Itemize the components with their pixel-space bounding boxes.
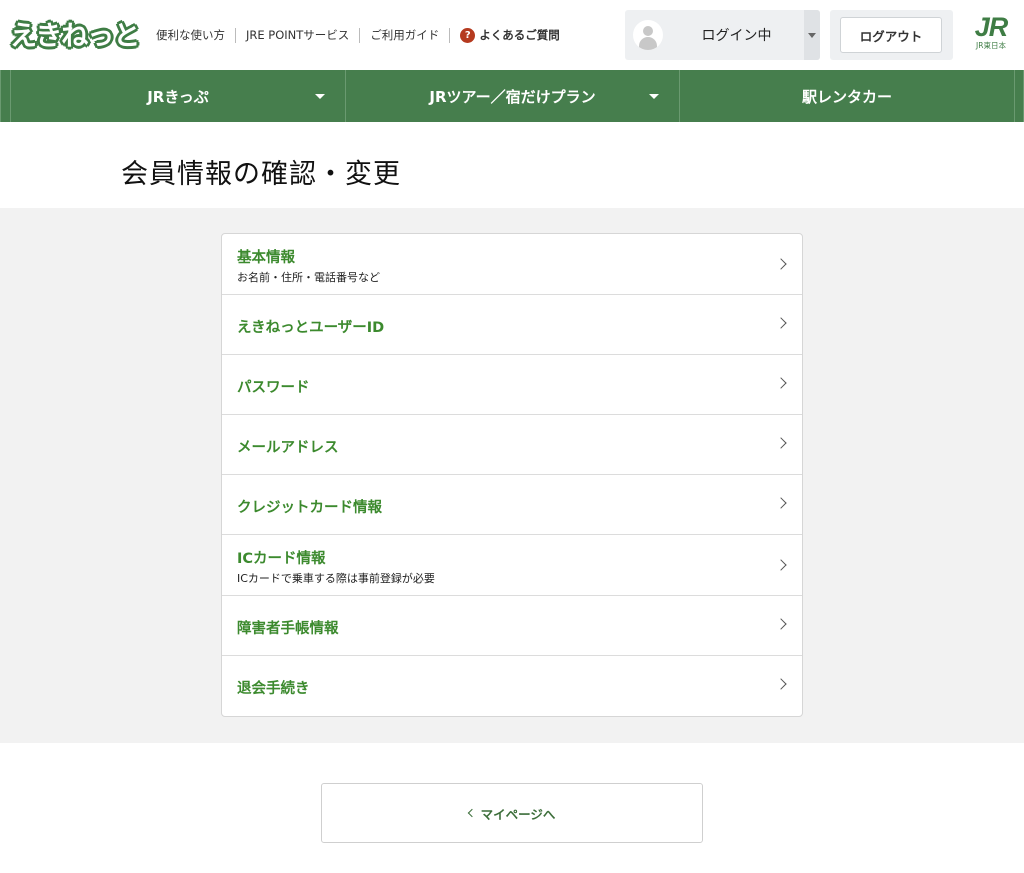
chevron-right-icon <box>775 377 787 389</box>
site-header: えきねっと 便利な使い方 JRE POINTサービス ご利用ガイド ? よくある… <box>0 0 1024 70</box>
chevron-right-icon <box>775 618 787 630</box>
menu-item-basic-info[interactable]: 基本情報 お名前・住所・電話番号など <box>222 234 802 295</box>
main-nav: JRきっぷ JRツアー／宿だけプラン 駅レンタカー <box>0 70 1024 122</box>
user-avatar-icon <box>633 20 663 50</box>
chevron-down-icon <box>649 94 659 99</box>
menu-item-label: えきねっとユーザーID <box>237 320 385 336</box>
member-info-menu: 基本情報 お名前・住所・電話番号など えきねっとユーザーID パスワード メール… <box>221 233 803 717</box>
chevron-right-icon <box>775 497 787 509</box>
menu-item-user-id[interactable]: えきねっとユーザーID <box>222 295 802 355</box>
question-icon: ? <box>460 28 476 43</box>
nav-item-label: JRきっぷ <box>147 87 209 106</box>
menu-item-label: 退会手続き <box>237 681 310 697</box>
page-title: 会員情報の確認・変更 <box>121 159 401 190</box>
link-guide[interactable]: ご利用ガイド <box>360 28 451 43</box>
link-how-to-use[interactable]: 便利な使い方 <box>156 28 236 43</box>
chevron-right-icon <box>775 317 787 329</box>
menu-item-sub: お名前・住所・電話番号など <box>237 271 380 284</box>
chevron-down-icon[interactable] <box>804 10 820 60</box>
menu-item-label: 基本情報 <box>237 250 295 266</box>
menu-item-label: ICカード情報 <box>237 551 326 567</box>
nav-item-rent-a-car[interactable]: 駅レンタカー <box>679 70 1014 122</box>
jr-east-logo[interactable]: JR JR東日本 <box>966 14 1016 54</box>
menu-item-label: クレジットカード情報 <box>237 500 382 516</box>
ekinet-logo[interactable]: えきねっと <box>10 14 140 52</box>
nav-spacer <box>0 70 10 122</box>
menu-item-label: パスワード <box>237 380 310 396</box>
menu-item-ic-card[interactable]: ICカード情報 ICカードで乗車する際は事前登録が必要 <box>222 535 802 596</box>
chevron-right-icon <box>775 437 787 449</box>
menu-item-password[interactable]: パスワード <box>222 355 802 415</box>
link-jre-point[interactable]: JRE POINTサービス <box>236 28 361 43</box>
nav-item-jr-tour[interactable]: JRツアー／宿だけプラン <box>345 70 679 122</box>
top-links: 便利な使い方 JRE POINTサービス ご利用ガイド ? よくあるご質問 <box>156 28 570 43</box>
login-status-menu[interactable]: ログイン中 <box>625 10 820 60</box>
menu-item-label: メールアドレス <box>237 440 339 456</box>
menu-item-withdraw[interactable]: 退会手続き <box>222 656 802 716</box>
logout-container: ログアウト <box>830 10 953 60</box>
menu-item-sub: ICカードで乗車する際は事前登録が必要 <box>237 572 435 585</box>
nav-item-label: JRツアー／宿だけプラン <box>429 87 596 106</box>
menu-item-disability-certificate[interactable]: 障害者手帳情報 <box>222 596 802 656</box>
faq-label: よくあるご質問 <box>479 28 560 42</box>
menu-item-label: 障害者手帳情報 <box>237 621 339 637</box>
nav-item-jr-tickets[interactable]: JRきっぷ <box>10 70 345 122</box>
nav-spacer <box>1014 70 1024 122</box>
chevron-right-icon <box>775 258 787 270</box>
chevron-down-icon <box>315 94 325 99</box>
logout-button[interactable]: ログアウト <box>840 17 942 53</box>
back-to-mypage-button[interactable]: マイページへ <box>321 783 703 843</box>
chevron-right-icon <box>775 559 787 571</box>
back-button-label: マイページへ <box>480 806 556 822</box>
chevron-left-icon <box>467 808 476 818</box>
nav-item-label: 駅レンタカー <box>801 87 892 106</box>
logo-text: えきねっと <box>10 20 140 52</box>
chevron-right-icon <box>775 678 787 690</box>
jr-logo-mark: JR <box>974 12 1009 42</box>
jr-logo-caption: JR東日本 <box>976 41 1006 50</box>
login-status-label: ログイン中 <box>701 28 772 44</box>
menu-item-email[interactable]: メールアドレス <box>222 415 802 475</box>
menu-item-credit-card[interactable]: クレジットカード情報 <box>222 475 802 535</box>
link-faq[interactable]: ? よくあるご質問 <box>450 28 570 43</box>
